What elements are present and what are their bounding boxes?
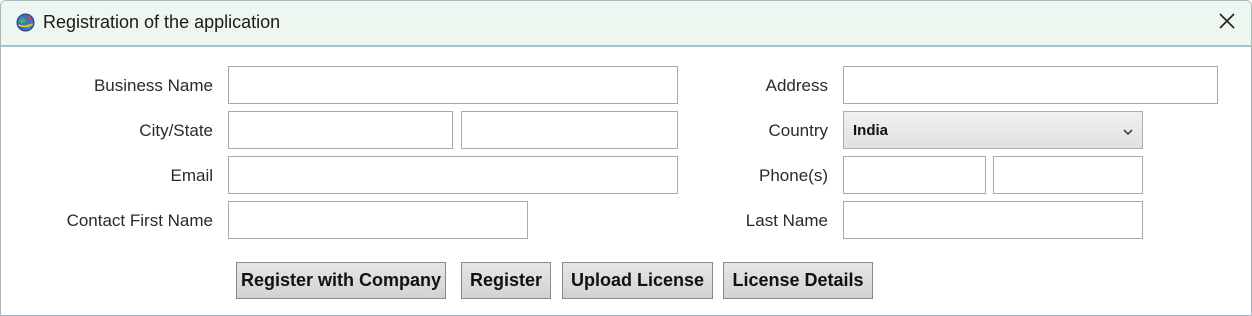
register-with-company-button[interactable]: Register with Company	[236, 262, 446, 299]
last-name-label: Last Name	[745, 211, 828, 230]
close-icon	[1218, 12, 1236, 35]
app-globe-icon	[16, 13, 35, 32]
chevron-down-icon	[1122, 124, 1134, 136]
register-button[interactable]: Register	[461, 262, 551, 299]
upload-license-button[interactable]: Upload License	[562, 262, 713, 299]
address-input[interactable]	[843, 66, 1218, 104]
title-bar: Registration of the application	[1, 1, 1251, 47]
window-title: Registration of the application	[43, 12, 281, 32]
email-label: Email	[170, 166, 213, 185]
address-label: Address	[765, 76, 828, 95]
country-label: Country	[768, 121, 828, 140]
city-state-label: City/State	[139, 121, 213, 140]
business-name-label: Business Name	[93, 76, 213, 95]
city-input[interactable]	[228, 111, 453, 149]
country-selected-value: India	[853, 122, 889, 139]
close-button[interactable]	[1207, 5, 1247, 41]
country-select[interactable]: India	[843, 111, 1143, 149]
phones-label: Phone(s)	[759, 166, 828, 185]
business-name-input[interactable]	[228, 66, 678, 104]
registration-window: Registration of the application Business…	[0, 0, 1252, 316]
contact-first-name-input[interactable]	[228, 201, 528, 239]
contact-first-name-label: Contact First Name	[66, 211, 213, 230]
email-input[interactable]	[228, 156, 678, 194]
phone2-input[interactable]	[993, 156, 1143, 194]
license-details-button[interactable]: License Details	[723, 262, 873, 299]
last-name-input[interactable]	[843, 201, 1143, 239]
phone1-input[interactable]	[843, 156, 986, 194]
state-input[interactable]	[461, 111, 678, 149]
